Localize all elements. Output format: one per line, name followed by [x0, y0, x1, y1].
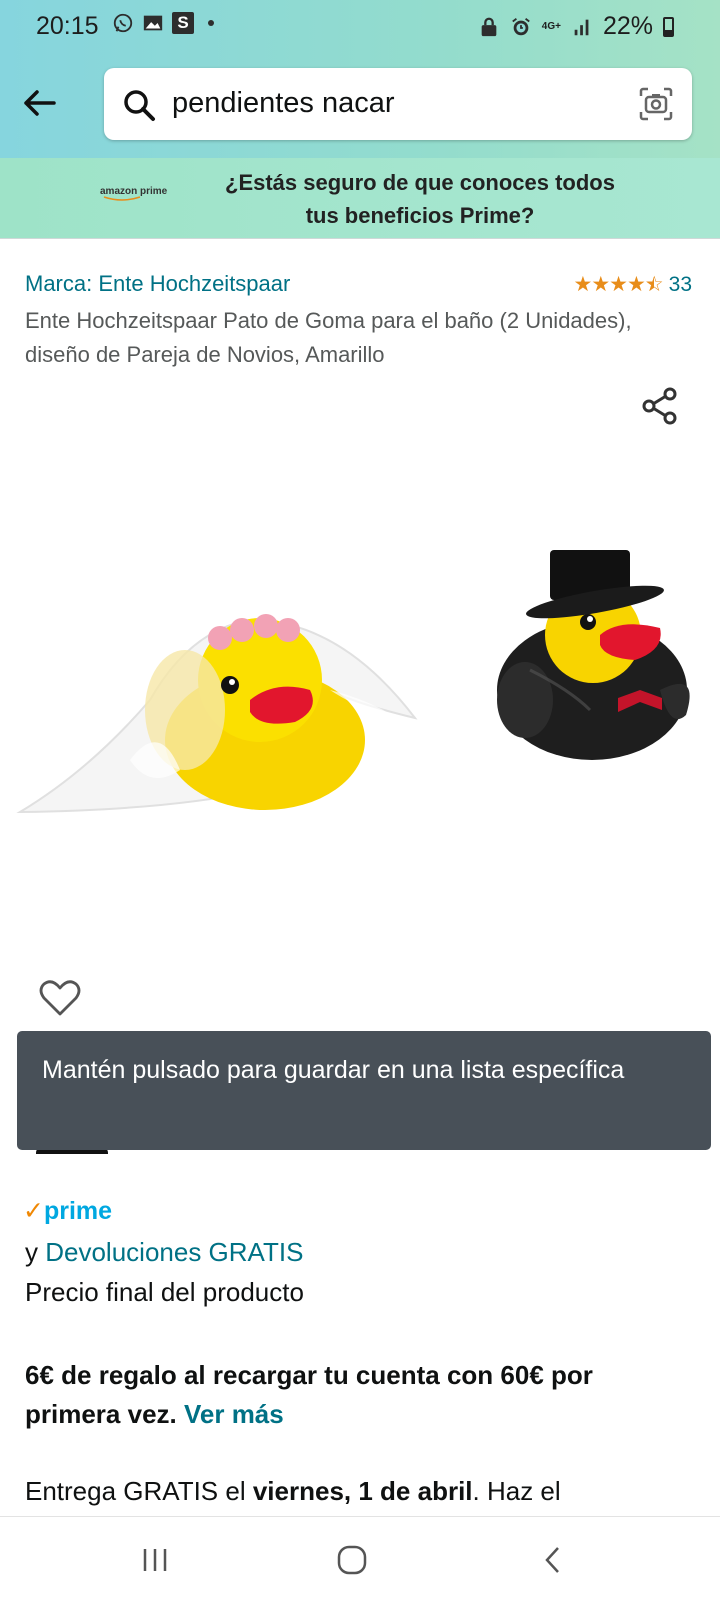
- share-icon[interactable]: [640, 386, 680, 426]
- recent-apps-icon[interactable]: [130, 1535, 180, 1585]
- delivery-suffix: . Haz el: [472, 1476, 561, 1506]
- signal-icon: [574, 19, 589, 35]
- delivery-prefix: Entrega GRATIS el: [25, 1476, 253, 1506]
- bride-duck: [16, 614, 418, 814]
- rating-count: 33: [668, 272, 692, 296]
- wishlist-heart-icon[interactable]: [38, 978, 82, 1018]
- topup-promo: 6€ de regalo al recargar tu cuenta con 6…: [25, 1356, 685, 1434]
- search-icon: [124, 90, 155, 121]
- product-image[interactable]: [10, 540, 710, 840]
- prime-badge: ✓prime: [23, 1196, 112, 1226]
- promo-see-more-link[interactable]: Ver más: [184, 1399, 284, 1429]
- product-title: Ente Hochzeitspaar Pato de Goma para el …: [25, 308, 632, 367]
- prime-promo-banner[interactable]: amazon prime ¿Estás seguro de que conoce…: [0, 158, 720, 239]
- battery-icon: [663, 16, 674, 37]
- s-app-icon: S: [172, 12, 194, 34]
- app-header: 20:15 S 4G+ 22% pendientes nacar: [0, 0, 720, 158]
- search-input[interactable]: [172, 87, 612, 120]
- brand-link[interactable]: Marca: Ente Hochzeitspaar: [25, 271, 290, 297]
- free-returns-link[interactable]: Devoluciones GRATIS: [45, 1237, 303, 1267]
- delivery-info: Entrega GRATIS el viernes, 1 de abril. H…: [25, 1474, 705, 1508]
- rating-summary[interactable]: ★★★★☆★ 33: [574, 272, 693, 297]
- back-arrow-icon[interactable]: [18, 82, 60, 124]
- returns-line: y Devoluciones GRATIS: [25, 1237, 303, 1268]
- system-navigation-bar: [0, 1516, 720, 1601]
- notification-icons: S: [112, 12, 214, 34]
- star-rating-icon: ★★★★☆★: [573, 273, 664, 296]
- prime-label: prime: [43, 1197, 113, 1225]
- alarm-icon: [511, 17, 530, 35]
- returns-prefix: y: [25, 1237, 46, 1267]
- groom-duck: [497, 550, 690, 760]
- prime-banner-text: ¿Estás seguro de que conoces todos tus b…: [210, 166, 630, 232]
- search-bar[interactable]: [104, 68, 692, 140]
- prime-banner-line1: ¿Estás seguro de que conoces todos: [225, 170, 615, 195]
- status-bar: 20:15 S 4G+ 22%: [0, 0, 720, 52]
- camera-search-icon[interactable]: [638, 86, 674, 122]
- lock-icon: [481, 17, 497, 36]
- clock: 20:15: [36, 12, 99, 40]
- final-price-note: Precio final del producto: [25, 1277, 304, 1307]
- home-icon[interactable]: [327, 1535, 377, 1585]
- more-notifications-dot: [208, 20, 214, 26]
- prime-banner-line2: tus beneficios Prime?: [305, 203, 535, 228]
- prime-check-icon: ✓: [23, 1197, 44, 1225]
- system-icons: 4G+ 22%: [478, 12, 674, 41]
- delivery-date: viernes, 1 de abril: [252, 1476, 473, 1506]
- save-list-tooltip: Mantén pulsado para guardar en una lista…: [17, 1031, 711, 1150]
- network-type: 4G+: [541, 20, 561, 32]
- amazon-prime-logo: amazon prime: [100, 186, 168, 201]
- battery-percent: 22%: [602, 12, 653, 40]
- back-nav-icon[interactable]: [528, 1535, 578, 1585]
- whatsapp-icon: [113, 13, 133, 33]
- svg-text:amazon prime: amazon prime: [100, 186, 168, 197]
- promo-text: 6€ de regalo al recargar tu cuenta con 6…: [25, 1360, 593, 1429]
- gallery-icon: [143, 15, 163, 31]
